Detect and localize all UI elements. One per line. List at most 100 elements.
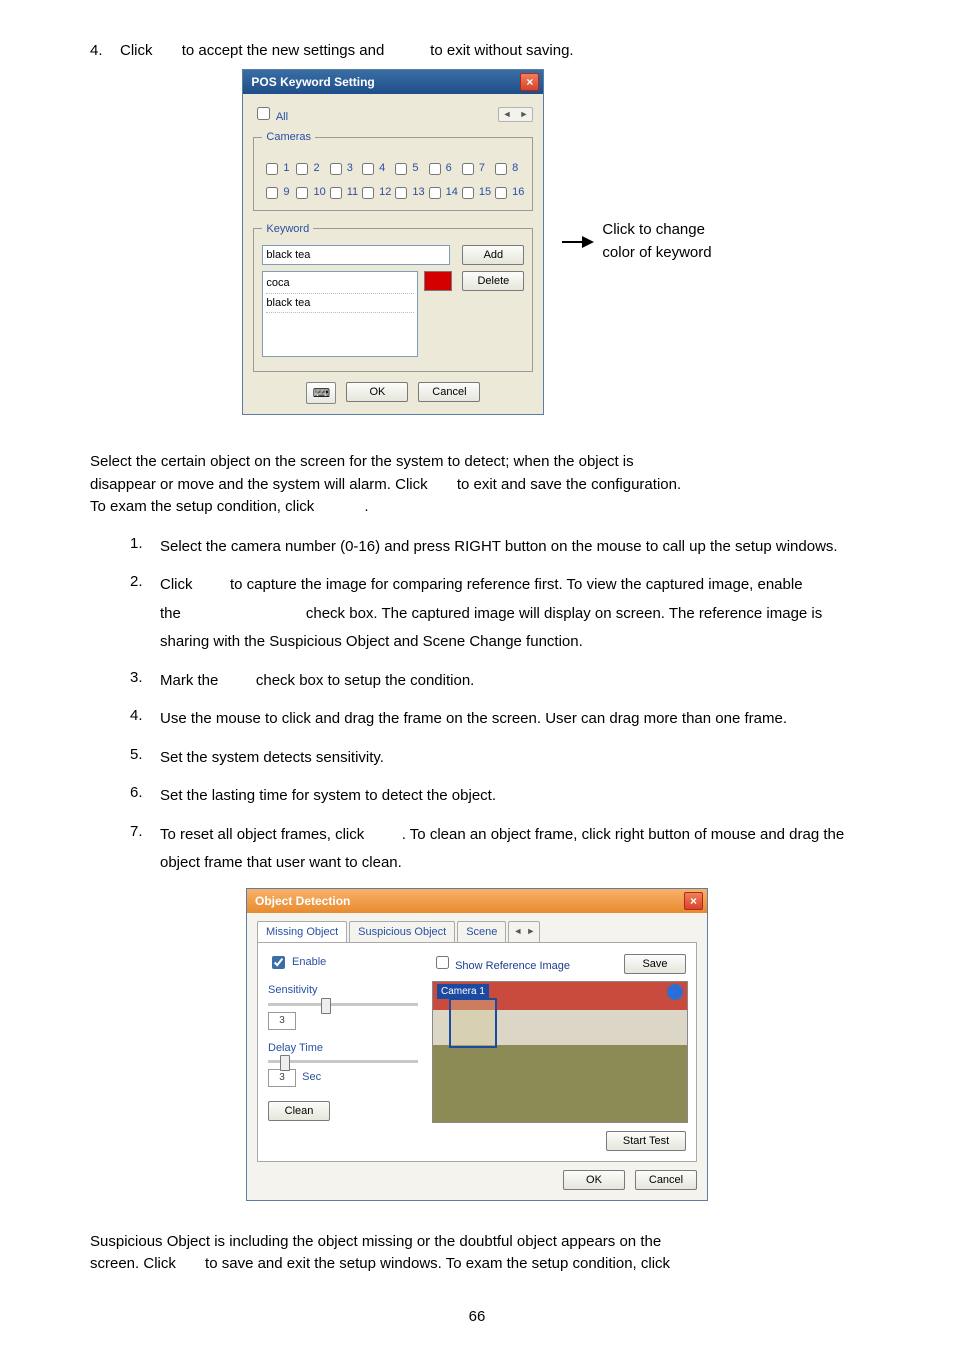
enable-checkbox[interactable]: Enable [268,953,418,972]
show-reference-label: Show Reference Image [455,960,570,972]
step-text: Click to accept the new settings and to … [120,40,574,63]
keyword-input[interactable] [262,245,450,265]
sensitivity-value: 3 [268,1012,296,1030]
camera-checkbox[interactable]: 13 [391,184,424,202]
t: to accept the new settings and [182,42,385,59]
callout-line [562,241,582,243]
step-number: 1. [130,533,160,562]
tab-scene[interactable]: Scene [457,921,506,943]
step-number: 2. [130,571,160,657]
arrow-right-icon [582,236,594,248]
chevron-left-icon[interactable]: ◄ [513,925,522,939]
step-number: 5. [130,744,160,773]
globe-icon [667,984,683,1000]
t: Select the certain object on the screen … [90,453,634,470]
show-reference-checkbox[interactable]: Show Reference Image [432,953,570,975]
delay-label: Delay Time [268,1040,418,1057]
dialog-titlebar: POS Keyword Setting × [243,70,543,94]
all-label: All [276,111,288,123]
keyword-list[interactable]: cocablack tea [262,271,418,357]
camera-checkbox[interactable]: 8 [491,160,524,178]
cancel-button[interactable]: Cancel [418,382,480,402]
close-icon[interactable]: × [520,73,539,91]
keyword-color-swatch[interactable] [424,271,452,291]
all-checkbox[interactable]: All [253,104,288,126]
camera-checkbox[interactable]: 6 [425,160,458,178]
sec-label: Sec [302,1071,321,1083]
chevron-right-icon[interactable]: ► [526,925,535,939]
tab-suspicious-object[interactable]: Suspicious Object [349,921,455,943]
color-callout: Click to change color of keyword [562,219,711,264]
camera-checkbox[interactable]: 12 [358,184,391,202]
t: . [364,498,368,515]
detection-frame[interactable] [449,998,497,1048]
dialog-title: POS Keyword Setting [251,73,374,91]
step-text: Select the camera number (0-16) and pres… [160,533,864,562]
camera-checkbox[interactable]: 1 [262,160,292,178]
ok-button[interactable]: OK [346,382,408,402]
cancel-button[interactable]: Cancel [635,1170,697,1190]
start-test-button[interactable]: Start Test [606,1131,686,1151]
camera-checkbox[interactable]: 3 [326,160,358,178]
sensitivity-label: Sensitivity [268,982,418,999]
t: to exit without saving. [430,42,573,59]
step-text: Mark the check box to setup the conditio… [160,667,864,696]
enable-label: Enable [292,954,326,971]
delete-button[interactable]: Delete [462,271,524,291]
camera-checkbox[interactable]: 16 [491,184,524,202]
delay-slider[interactable] [268,1060,418,1063]
step-text: To reset all object frames, click . To c… [160,821,864,878]
tab-nav[interactable]: ◄ ► [508,921,540,943]
cameras-legend: Cameras [262,129,315,146]
step-number: 6. [130,782,160,811]
step-number: 3. [130,667,160,696]
add-button[interactable]: Add [462,245,524,265]
save-button[interactable]: Save [624,954,686,974]
camera-checkbox[interactable]: 11 [326,184,358,202]
camera-checkbox[interactable]: 7 [458,160,491,178]
camera-checkbox[interactable]: 10 [292,184,325,202]
keyboard-icon[interactable]: ⌨ [306,382,336,404]
camera-preview[interactable]: Camera 1 [432,981,688,1123]
close-icon[interactable]: × [684,892,703,910]
keyword-legend: Keyword [262,221,313,238]
chevron-left-icon[interactable]: ◄ [499,108,516,122]
t: screen. Click [90,1255,176,1272]
t: To exam the setup condition, click [90,498,314,515]
callout-line1: Click to change [602,221,705,238]
keyword-group: Keyword Add cocablack tea Delete [253,221,533,373]
camera-checkbox[interactable]: 5 [391,160,424,178]
keyword-list-item[interactable]: black tea [266,294,414,314]
cameras-group: Cameras 1 2 3 4 5 6 7 8 9 10 11 12 13 14… [253,129,533,211]
t: to save and exit the setup windows. To e… [205,1255,670,1272]
tab-missing-object[interactable]: Missing Object [257,921,347,943]
object-detection-dialog: Object Detection × Missing Object Suspic… [246,888,708,1201]
keyword-list-item[interactable]: coca [266,274,414,294]
step-number: 4. [130,705,160,734]
page-nav[interactable]: ◄ ► [498,107,534,123]
camera-name-badge: Camera 1 [437,984,489,999]
section-intro: Select the certain object on the screen … [90,451,864,519]
page-number: 66 [90,1306,864,1329]
dialog-title: Object Detection [255,892,350,910]
camera-checkbox[interactable]: 2 [292,160,325,178]
tail-paragraph: Suspicious Object is including the objec… [90,1231,864,1276]
pos-keyword-dialog: POS Keyword Setting × All ◄ ► Cameras 1 … [242,69,544,416]
delay-value: 3 [268,1069,296,1087]
t: to exit and save the configuration. [457,476,681,493]
t: Suspicious Object is including the objec… [90,1233,661,1250]
camera-checkbox[interactable]: 14 [425,184,458,202]
clean-button[interactable]: Clean [268,1101,330,1121]
camera-checkbox[interactable]: 15 [458,184,491,202]
camera-checkbox[interactable]: 4 [358,160,391,178]
ok-button[interactable]: OK [563,1170,625,1190]
camera-checkbox[interactable]: 9 [262,184,292,202]
t: disappear or move and the system will al… [90,476,428,493]
sensitivity-slider[interactable] [268,1003,418,1006]
chevron-right-icon[interactable]: ► [515,108,532,122]
step-number: 4. [90,40,120,63]
step-number: 7. [130,821,160,878]
step-text: Set the system detects sensitivity. [160,744,864,773]
dialog-titlebar: Object Detection × [247,889,707,913]
tabs: Missing Object Suspicious Object Scene ◄… [257,921,697,943]
